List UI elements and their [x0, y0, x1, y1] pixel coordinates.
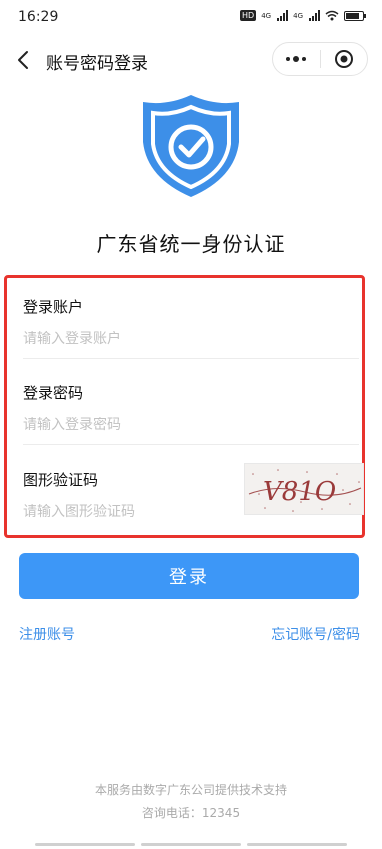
mini-program-capsule: [272, 42, 368, 76]
captcha-input[interactable]: [23, 504, 237, 520]
status-bar: 16:29 HD 4G 4G: [0, 0, 382, 34]
account-input[interactable]: [23, 331, 349, 347]
chevron-left-icon: [18, 51, 28, 69]
captcha-text: V81O: [263, 477, 336, 507]
target-close-icon: [334, 50, 353, 68]
more-button[interactable]: [273, 43, 320, 75]
login-form: 登录账户 登录密码 图形验证码 V81O: [4, 275, 365, 538]
status-icons: HD 4G 4G: [240, 10, 366, 21]
divider: [23, 444, 359, 445]
forgot-link[interactable]: 忘记账号/密码: [271, 624, 360, 644]
account-label: 登录账户: [23, 298, 84, 316]
page-title: 账号密码登录: [46, 54, 148, 74]
register-link[interactable]: 注册账号: [19, 624, 75, 644]
signal-icon: [309, 10, 320, 21]
divider: [23, 358, 359, 359]
captcha-image[interactable]: V81O: [244, 463, 364, 515]
status-time: 16:29: [18, 9, 59, 25]
back-button[interactable]: [12, 46, 38, 74]
account-field: 登录账户: [23, 296, 349, 347]
captcha-graphic: V81O: [248, 469, 362, 512]
wifi-icon: [325, 10, 339, 21]
captcha-field: 图形验证码: [23, 469, 237, 520]
login-button[interactable]: 登录: [19, 553, 359, 599]
password-field: 登录密码: [23, 382, 349, 433]
footer-support-text: 本服务由数字广东公司提供技术支持: [94, 783, 287, 797]
close-button[interactable]: [321, 43, 368, 75]
password-input[interactable]: [23, 417, 349, 433]
more-dots-icon: [286, 56, 307, 62]
nav-bar: 账号密码登录: [0, 40, 382, 80]
auth-title: 广东省统一身份认证: [96, 232, 286, 256]
password-label: 登录密码: [23, 384, 84, 402]
shield-check-icon: [143, 95, 239, 197]
hd-badge: HD: [240, 10, 257, 21]
home-indicator: [0, 843, 382, 847]
battery-fill: [346, 12, 359, 19]
footer-hotline-text: 咨询电话：12345: [141, 806, 241, 820]
network-label-1: 4G: [261, 11, 272, 20]
captcha-label: 图形验证码: [23, 471, 99, 489]
battery-icon: [344, 10, 366, 21]
signal-icon: [277, 10, 289, 21]
network-label-2: 4G: [293, 11, 303, 20]
